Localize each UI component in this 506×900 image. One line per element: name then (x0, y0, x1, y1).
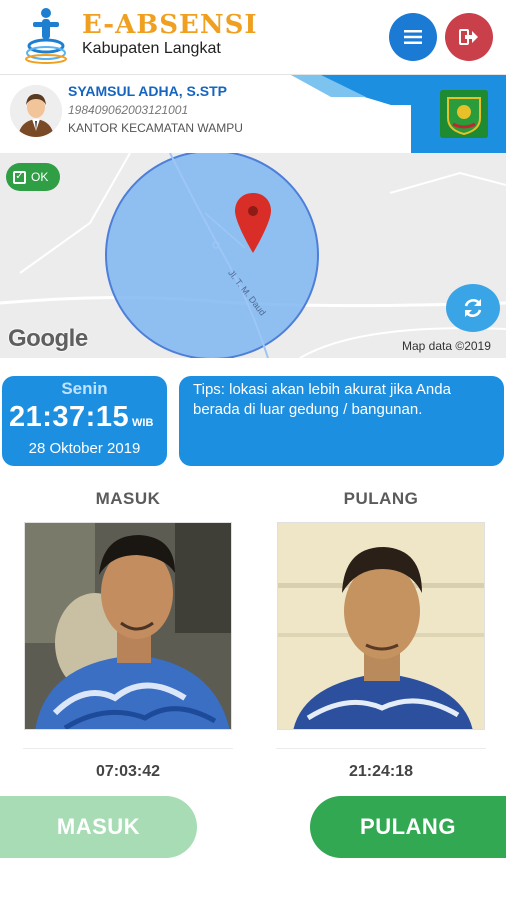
app-root: E-ABSENSI Kabupaten Langkat SYAMSUL ADHA… (0, 0, 506, 900)
clock-timezone: WIB (132, 417, 154, 429)
clock-day: Senin (61, 379, 108, 398)
logout-icon (459, 29, 478, 45)
clock-date: 28 Oktober 2019 (28, 440, 141, 457)
card-divider (23, 748, 233, 749)
google-logo: Google (8, 325, 88, 352)
user-name: SYAMSUL ADHA, S.STP (68, 83, 227, 99)
check-out-card: PULANG 21:24:18 (276, 484, 486, 794)
map-attribution: Map data ©2019 (402, 339, 491, 353)
check-in-photo (24, 522, 232, 730)
app-subtitle: Kabupaten Langkat (82, 40, 221, 57)
refresh-icon (464, 299, 482, 317)
location-status-badge: ✓ OK (6, 163, 60, 191)
user-office: KANTOR KECAMATAN WAMPU (68, 121, 243, 135)
location-status-label: OK (31, 170, 49, 184)
user-profile: SYAMSUL ADHA, S.STP 198409062003121001 K… (0, 74, 506, 153)
menu-button[interactable] (389, 13, 437, 61)
tips-panel: Tips: lokasi akan lebih akurat jika Anda… (179, 376, 504, 466)
app-title: E-ABSENSI (82, 10, 258, 40)
clock-time: 21:37:15 (9, 401, 130, 433)
checkbox-icon: ✓ (13, 170, 26, 184)
card-divider (276, 748, 486, 749)
user-nip: 198409062003121001 (68, 103, 189, 117)
clock-panel: Senin 21:37:15 WIB 28 Oktober 2019 (2, 376, 167, 466)
check-in-time: 07:03:42 (95, 763, 161, 780)
refresh-location-button[interactable] (446, 284, 500, 332)
check-out-photo (277, 522, 485, 730)
avatar (10, 85, 62, 137)
hamburger-menu-icon (404, 30, 422, 44)
check-out-time: 21:24:18 (348, 763, 414, 780)
check-in-button[interactable]: MASUK (0, 796, 197, 858)
app-logo-icon (25, 8, 67, 64)
check-out-label: PULANG (343, 489, 419, 508)
regency-emblem-icon (440, 90, 488, 138)
logout-button[interactable] (445, 13, 493, 61)
location-map[interactable]: ✓ OK Jl. T. M. Daud Google Map data ©201… (0, 153, 506, 358)
app-header: E-ABSENSI Kabupaten Langkat (0, 0, 506, 72)
check-in-card: MASUK 07:03:42 (23, 484, 233, 794)
check-out-button[interactable]: PULANG (310, 796, 506, 858)
tips-text: Tips: lokasi akan lebih akurat jika Anda… (193, 381, 451, 418)
check-in-label: MASUK (95, 489, 161, 508)
